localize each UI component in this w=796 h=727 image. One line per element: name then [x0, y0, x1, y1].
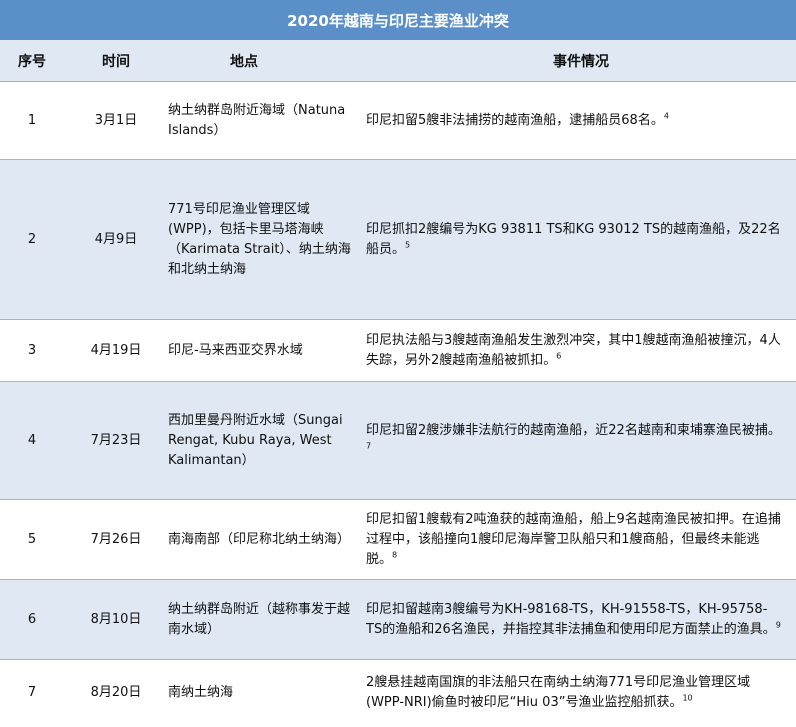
row-location: 西加里曼丹附近水域（Sungai Rengat, Kubu Raya, West… — [168, 381, 366, 500]
row-date: 3月1日 — [64, 81, 168, 160]
row-event: 印尼扣留2艘涉嫌非法航行的越南渔船，近22名越南和柬埔寨渔民被捕。 7 — [366, 381, 796, 500]
row-location: 771号印尼渔业管理区域(WPP)，包括卡里马塔海峡（Karimata Stra… — [168, 159, 366, 320]
row-num: 7 — [0, 659, 64, 727]
event-text: 印尼执法船与3艘越南渔船发生激烈冲突，其中1艘越南渔船被撞沉，4人失踪，另外2艘… — [366, 332, 781, 368]
row-event: 印尼抓扣2艘编号为KG 93811 TS和KG 93012 TS的越南渔船，及2… — [366, 159, 796, 320]
row-date: 7月23日 — [64, 381, 168, 500]
row-event: 2艘悬挂越南国旗的非法船只在南纳土纳海771号印尼渔业管理区域(WPP-NRI)… — [366, 659, 796, 727]
row-event: 印尼扣留1艘载有2吨渔获的越南渔船，船上9名越南渔民被扣押。在追捕过程中，该船撞… — [366, 499, 796, 580]
table-row: 1 3月1日 纳土纳群岛附近海域（Natuna Islands） 印尼扣留5艘非… — [0, 81, 796, 160]
row-location: 南海南部（印尼称北纳土纳海） — [168, 499, 366, 580]
footnote-ref: 5 — [405, 240, 411, 250]
footnote-ref: 10 — [682, 693, 693, 703]
table-title: 2020年越南与印尼主要渔业冲突 — [0, 0, 796, 40]
row-num: 2 — [0, 159, 64, 320]
row-event: 印尼执法船与3艘越南渔船发生激烈冲突，其中1艘越南渔船被撞沉，4人失踪，另外2艘… — [366, 319, 796, 382]
event-text: 印尼扣留5艘非法捕捞的越南渔船，逮捕船员68名。 — [366, 112, 664, 128]
event-text: 印尼扣留2艘涉嫌非法航行的越南渔船，近22名越南和柬埔寨渔民被捕。 — [366, 422, 781, 438]
document: 2020年越南与印尼主要渔业冲突 序号 时间 地点 事件情况 1 3月1日 纳土… — [0, 0, 796, 727]
row-date: 4月9日 — [64, 159, 168, 320]
footnote-ref: 8 — [392, 550, 398, 560]
row-num: 4 — [0, 381, 64, 500]
row-event: 印尼扣留越南3艘编号为KH-98168-TS，KH-91558-TS，KH-95… — [366, 579, 796, 660]
row-num: 5 — [0, 499, 64, 580]
footnote-ref: 7 — [366, 441, 372, 451]
row-num: 6 — [0, 579, 64, 660]
header-location: 地点 — [168, 40, 366, 82]
footnote-ref: 4 — [663, 111, 669, 121]
row-date: 8月10日 — [64, 579, 168, 660]
event-text: 2艘悬挂越南国旗的非法船只在南纳土纳海771号印尼渔业管理区域(WPP-NRI)… — [366, 675, 751, 711]
row-num: 1 — [0, 81, 64, 160]
row-location: 纳土纳群岛附近海域（Natuna Islands） — [168, 81, 366, 160]
header-time: 时间 — [64, 40, 168, 82]
row-location: 印尼-马来西亚交界水域 — [168, 319, 366, 382]
event-text: 印尼扣留1艘载有2吨渔获的越南渔船，船上9名越南渔民被扣押。在追捕过程中，该船撞… — [366, 511, 781, 567]
row-location: 纳土纳群岛附近（越称事发于越南水域） — [168, 579, 366, 660]
footnote-ref: 6 — [556, 351, 562, 361]
table-row: 4 7月23日 西加里曼丹附近水域（Sungai Rengat, Kubu Ra… — [0, 381, 796, 500]
row-date: 7月26日 — [64, 499, 168, 580]
footnote-ref: 9 — [775, 620, 781, 630]
row-num: 3 — [0, 319, 64, 382]
table-row: 2 4月9日 771号印尼渔业管理区域(WPP)，包括卡里马塔海峡（Karima… — [0, 159, 796, 320]
row-date: 4月19日 — [64, 319, 168, 382]
row-event: 印尼扣留5艘非法捕捞的越南渔船，逮捕船员68名。4 — [366, 81, 796, 160]
header-row: 序号 时间 地点 事件情况 — [0, 40, 796, 82]
event-text: 印尼抓扣2艘编号为KG 93811 TS和KG 93012 TS的越南渔船，及2… — [366, 221, 781, 257]
header-num: 序号 — [0, 40, 64, 82]
table-row: 7 8月20日 南纳土纳海 2艘悬挂越南国旗的非法船只在南纳土纳海771号印尼渔… — [0, 659, 796, 727]
table-row: 6 8月10日 纳土纳群岛附近（越称事发于越南水域） 印尼扣留越南3艘编号为KH… — [0, 579, 796, 660]
table-row: 3 4月19日 印尼-马来西亚交界水域 印尼执法船与3艘越南渔船发生激烈冲突，其… — [0, 319, 796, 382]
table-row: 5 7月26日 南海南部（印尼称北纳土纳海） 印尼扣留1艘载有2吨渔获的越南渔船… — [0, 499, 796, 580]
conflict-table: 序号 时间 地点 事件情况 1 3月1日 纳土纳群岛附近海域（Natuna Is… — [0, 40, 796, 727]
row-date: 8月20日 — [64, 659, 168, 727]
row-location: 南纳土纳海 — [168, 659, 366, 727]
header-event: 事件情况 — [366, 40, 796, 82]
event-text: 印尼扣留越南3艘编号为KH-98168-TS，KH-91558-TS，KH-95… — [366, 601, 776, 637]
